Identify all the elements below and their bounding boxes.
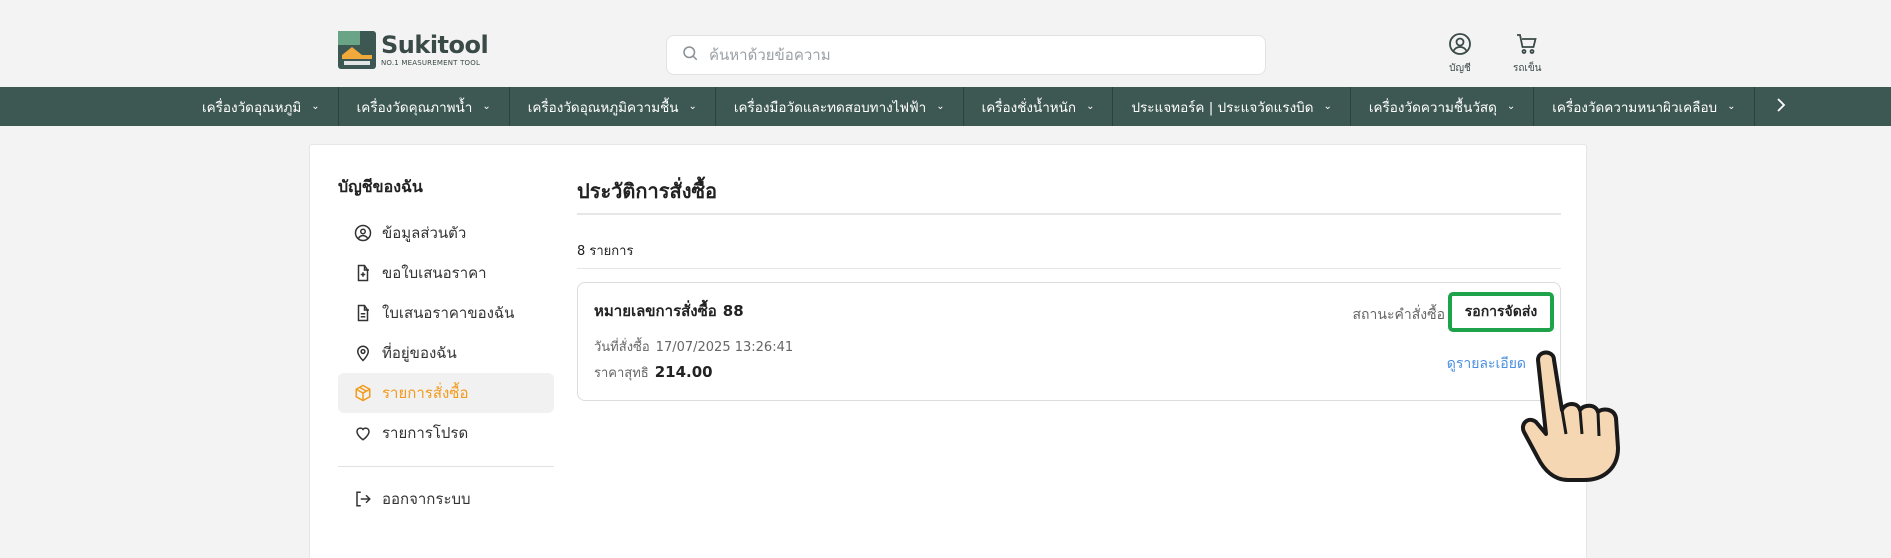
nav-item-thermometer[interactable]: เครื่องวัดอุณหภูมิ ⌄ [184,87,339,126]
order-card: หมายเลขการสั่งซื้อ 88 วันที่สั่งซื้อ 17/07… [577,282,1561,401]
brand-tagline: NO.1 MEASUREMENT TOOL [381,59,481,67]
chevron-down-icon: ⌄ [482,101,491,112]
order-history-section: ประวัติการสั่งซื้อ 8 รายการ หมายเลขการสั… [577,175,1561,401]
nav-item-moisture[interactable]: เครื่องวัดความชื้นวัสดุ ⌄ [1351,87,1535,126]
sidebar-item-my-quotes[interactable]: ใบเสนอราคาของฉัน [338,293,554,333]
sidebar-item-label: ที่อยู่ของฉัน [382,344,457,362]
account-label: บัญชี [1449,63,1471,74]
sidebar-item-wishlist[interactable]: รายการโปรด [338,413,554,453]
order-date: 17/07/2025 13:26:41 [655,340,794,355]
nav-item-coating[interactable]: เครื่องวัดความหนาผิวเคลือบ ⌄ [1534,87,1755,126]
order-status-label: สถานะคำสั่งซื้อ [1352,307,1446,323]
nav-item-electrical[interactable]: เครื่องมือวัดและทดสอบทางไฟฟ้า ⌄ [716,87,964,126]
chevron-down-icon: ⌄ [1727,101,1736,112]
sidebar-item-orders[interactable]: รายการสั่งซื้อ [338,373,554,413]
cart-button[interactable]: รถเข็น [1513,32,1542,76]
brand-name: Sukitool [381,31,489,59]
file-plus-icon [354,264,372,282]
order-detail-link[interactable]: ดูรายละเอียด [1447,353,1526,375]
count-divider [577,268,1561,269]
sidebar-item-label: ข้อมูลส่วนตัว [382,224,467,242]
account-button[interactable]: บัญชี [1448,32,1472,76]
nav-label: ประแจทอร์ค | ประแจวัดแรงบิด [1131,99,1314,116]
page-title: ประวัติการสั่งซื้อ [577,179,718,203]
order-date-label: วันที่สั่งซื้อ [594,340,650,355]
nav-label: เครื่องวัดคุณภาพน้ำ [356,99,473,116]
document-icon [354,304,372,322]
chevron-down-icon: ⌄ [311,101,320,112]
pointer-hand-icon [1518,350,1632,485]
sidebar-item-label: ขอใบเสนอราคา [382,264,487,282]
chevron-down-icon: ⌄ [1323,101,1332,112]
search-input[interactable] [709,46,1249,64]
account-card: บัญชีของฉัน ข้อมูลส่วนตัว ขอใบเสนอราคา ใ… [309,144,1587,558]
package-icon [354,384,372,402]
nav-item-scales[interactable]: เครื่องชั่งน้ำหนัก ⌄ [964,87,1114,126]
order-price: 214.00 [654,363,713,381]
map-pin-icon [354,344,372,362]
sidebar-item-label: ใบเสนอราคาของฉัน [382,304,515,322]
sidebar-divider [338,466,554,467]
status-badge[interactable]: รอการจัดส่ง [1448,292,1554,332]
order-number-label: หมายเลขการสั่งซื้อ [594,302,717,320]
nav-label: เครื่องชั่งน้ำหนัก [981,99,1077,116]
logout-icon [354,490,372,508]
user-circle-icon [354,224,372,242]
brand-logo[interactable]: Sukitool NO.1 MEASUREMENT TOOL [338,24,489,76]
chevron-down-icon: ⌄ [936,101,945,112]
chevron-down-icon: ⌄ [1506,101,1516,112]
cart-label: รถเข็น [1513,63,1542,74]
sidebar-item-logout[interactable]: ออกจากระบบ [338,479,554,519]
chevron-down-icon: ⌄ [1086,101,1095,112]
order-price-label: ราคาสุทธิ [594,366,649,381]
chevron-down-icon: ⌄ [688,101,697,112]
sidebar-menu: ข้อมูลส่วนตัว ขอใบเสนอราคา ใบเสนอราคาของ… [338,213,554,519]
sidebar-item-request-quote[interactable]: ขอใบเสนอราคา [338,253,554,293]
user-circle-icon [1448,32,1472,59]
order-price-row: ราคาสุทธิ 214.00 [594,362,713,383]
site-header: Sukitool NO.1 MEASUREMENT TOOL บัญชี รถเ… [0,0,1891,87]
order-number-row: หมายเลขการสั่งซื้อ 88 [594,299,744,323]
category-nav: เครื่องวัดอุณหภูมิ ⌄ เครื่องวัดคุณภาพน้ำ ⌄… [0,87,1891,126]
heart-icon [354,424,372,442]
chevron-right-icon [1775,97,1787,116]
nav-label: เครื่องวัดอุณหภูมิ [202,99,302,116]
cart-icon [1515,32,1539,59]
nav-label: เครื่องมือวัดและทดสอบทางไฟฟ้า [733,99,927,116]
nav-item-humidity[interactable]: เครื่องวัดอุณหภูมิความชื้น ⌄ [510,87,716,126]
search-icon [681,44,699,66]
sidebar-item-label: รายการสั่งซื้อ [382,384,469,402]
title-divider [577,213,1561,215]
sidebar-item-profile[interactable]: ข้อมูลส่วนตัว [338,213,554,253]
nav-item-torque[interactable]: ประแจทอร์ค | ประแจวัดแรงบิด ⌄ [1113,87,1351,126]
sidebar-item-label: ออกจากระบบ [382,490,471,508]
search-box[interactable] [666,35,1266,75]
sidebar-item-label: รายการโปรด [382,424,469,442]
nav-label: เครื่องวัดอุณหภูมิความชื้น [527,99,679,116]
sidebar-title: บัญชีของฉัน [338,177,423,196]
sidebar-item-address[interactable]: ที่อยู่ของฉัน [338,333,554,373]
nav-item-water-quality[interactable]: เครื่องวัดคุณภาพน้ำ ⌄ [339,87,510,126]
nav-next-button[interactable] [1755,87,1807,126]
nav-label: เครื่องวัดความหนาผิวเคลือบ [1552,99,1718,116]
order-date-row: วันที่สั่งซื้อ 17/07/2025 13:26:41 [594,336,793,357]
order-count: 8 รายการ [577,244,634,259]
nav-label: เครื่องวัดความชื้นวัสดุ [1368,99,1497,116]
order-number: 88 [722,302,744,320]
logo-mark-icon [338,31,376,69]
